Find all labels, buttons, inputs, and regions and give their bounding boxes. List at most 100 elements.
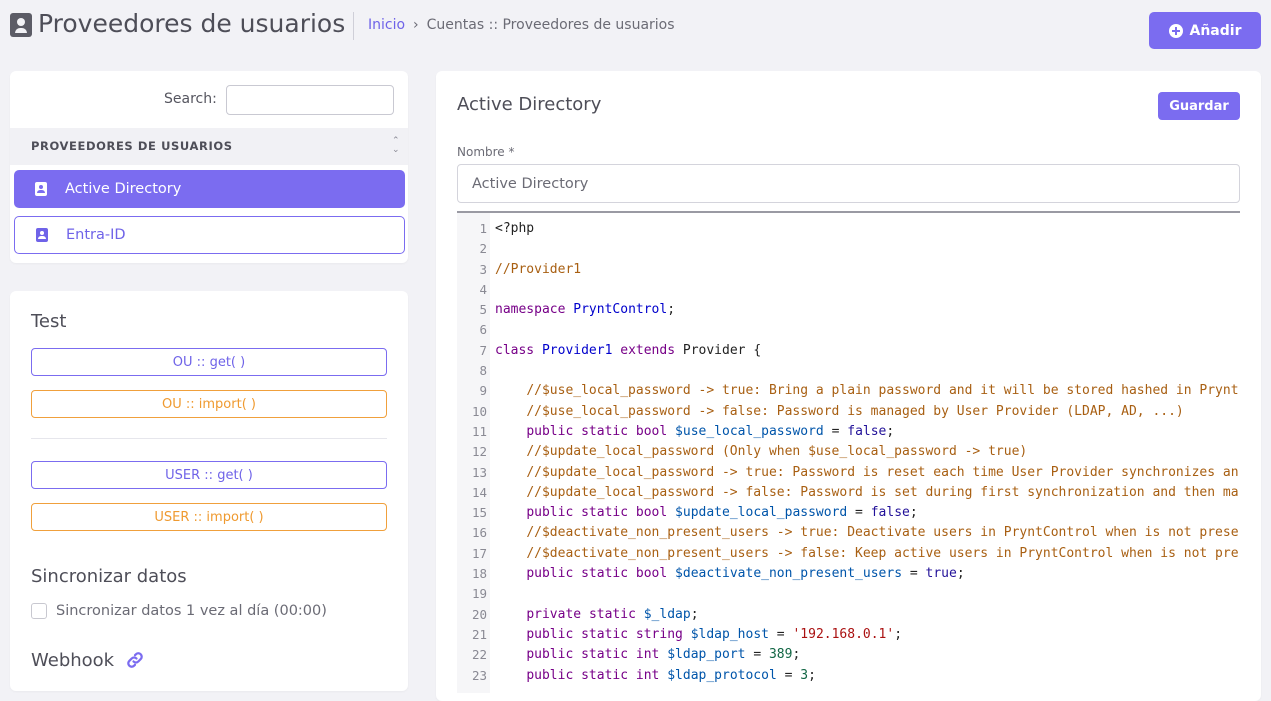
line-number: 23 bbox=[471, 667, 487, 683]
code-text: public static int $ldap_protocol = 3; bbox=[526, 667, 816, 683]
code-line: 5 namespace PryntControl; bbox=[457, 300, 1240, 320]
code-line: 12 //$update_local_password (Only when $… bbox=[457, 442, 1240, 462]
line-number: 17 bbox=[471, 545, 487, 561]
line-number: 22 bbox=[471, 647, 487, 663]
code-line: 6 bbox=[457, 320, 1240, 340]
line-number: 16 bbox=[471, 525, 487, 541]
code-text: public static bool $deactivate_non_prese… bbox=[526, 566, 965, 582]
search-label: Search: bbox=[164, 91, 217, 107]
link-icon[interactable] bbox=[126, 651, 144, 669]
line-number: 18 bbox=[471, 566, 487, 582]
save-button[interactable]: Guardar bbox=[1158, 92, 1240, 120]
code-text: //$deactivate_non_present_users -> false… bbox=[526, 545, 1239, 561]
code-text: //$update_local_password -> false: Passw… bbox=[526, 484, 1239, 500]
code-text: class Provider1 extends Provider { bbox=[495, 342, 762, 358]
line-number: 11 bbox=[471, 423, 487, 439]
sync-daily-checkbox[interactable] bbox=[31, 603, 47, 619]
code-line: 19 bbox=[457, 584, 1240, 604]
line-number: 12 bbox=[471, 444, 487, 460]
code-text: //$update_local_password -> true: Passwo… bbox=[526, 464, 1239, 480]
breadcrumb-home-link[interactable]: Inicio bbox=[368, 17, 405, 33]
code-text: //$update_local_password (Only when $use… bbox=[526, 444, 1028, 460]
line-number: 10 bbox=[471, 403, 487, 419]
code-text: public static int $ldap_port = 389; bbox=[526, 647, 801, 663]
code-text: //$deactivate_non_present_users -> true:… bbox=[526, 525, 1239, 541]
user-import-button[interactable]: USER :: import( ) bbox=[31, 503, 387, 531]
webhook-title: Webhook bbox=[31, 650, 115, 671]
provider-item-label: Active Directory bbox=[65, 181, 182, 197]
line-number: 8 bbox=[479, 363, 487, 379]
address-book-icon bbox=[35, 182, 47, 196]
code-line: 23 public static int $ldap_protocol = 3; bbox=[457, 666, 1240, 686]
code-line: 15 public static bool $update_local_pass… bbox=[457, 503, 1240, 523]
code-text: public static string $ldap_host = '192.1… bbox=[526, 626, 903, 642]
code-line: 4 bbox=[457, 280, 1240, 300]
sync-title: Sincronizar datos bbox=[31, 566, 187, 587]
code-line: 18 public static bool $deactivate_non_pr… bbox=[457, 564, 1240, 584]
name-field-label: Nombre * bbox=[457, 145, 515, 159]
code-line: 9 //$use_local_password -> true: Bring a… bbox=[457, 381, 1240, 401]
code-text: public static bool $update_local_passwor… bbox=[526, 505, 918, 521]
code-line: 10 //$use_local_password -> false: Passw… bbox=[457, 402, 1240, 422]
code-line: 11 public static bool $use_local_passwor… bbox=[457, 422, 1240, 442]
code-line: 17 //$deactivate_non_present_users -> fa… bbox=[457, 544, 1240, 564]
code-text: public static bool $use_local_password =… bbox=[526, 423, 895, 439]
breadcrumb-current: Cuentas :: Proveedores de usuarios bbox=[426, 17, 675, 33]
test-title: Test bbox=[31, 311, 67, 332]
address-book-icon bbox=[10, 13, 32, 37]
code-line: 13 //$update_local_password -> true: Pas… bbox=[457, 463, 1240, 483]
code-text: //$use_local_password -> true: Bring a p… bbox=[526, 383, 1239, 399]
code-line: 7 class Provider1 extends Provider { bbox=[457, 341, 1240, 361]
code-line: 21 public static string $ldap_host = '19… bbox=[457, 625, 1240, 645]
code-text: //$use_local_password -> false: Password… bbox=[526, 403, 1184, 419]
line-number: 9 bbox=[479, 383, 487, 399]
code-text: //Provider1 bbox=[495, 261, 582, 277]
name-input[interactable] bbox=[457, 164, 1240, 203]
provider-item-entra-id[interactable]: Entra-ID bbox=[14, 216, 405, 254]
code-line: 3 //Provider1 bbox=[457, 260, 1240, 280]
line-number: 3 bbox=[479, 261, 487, 277]
line-number: 19 bbox=[471, 586, 487, 602]
sync-daily-label: Sincronizar datos 1 vez al día (00:00) bbox=[56, 603, 327, 619]
code-line: 16 //$deactivate_non_present_users -> tr… bbox=[457, 523, 1240, 543]
line-number: 20 bbox=[471, 606, 487, 622]
code-line: 14 //$update_local_password -> false: Pa… bbox=[457, 483, 1240, 503]
header-divider bbox=[353, 12, 354, 40]
provider-item-active-directory[interactable]: Active Directory bbox=[14, 170, 405, 208]
ou-get-button[interactable]: OU :: get( ) bbox=[31, 348, 387, 376]
line-number: 7 bbox=[479, 342, 487, 358]
line-number: 21 bbox=[471, 626, 487, 642]
line-number: 5 bbox=[479, 302, 487, 318]
provider-item-label: Entra-ID bbox=[66, 227, 126, 243]
search-input[interactable] bbox=[226, 85, 394, 115]
line-number: 4 bbox=[479, 281, 487, 297]
editor-title: Active Directory bbox=[457, 94, 602, 115]
line-number: 14 bbox=[471, 484, 487, 500]
line-number: 15 bbox=[471, 505, 487, 521]
code-text: <?php bbox=[495, 221, 535, 236]
user-get-button[interactable]: USER :: get( ) bbox=[31, 461, 387, 489]
ou-import-button[interactable]: OU :: import( ) bbox=[31, 390, 387, 418]
code-line: 8 bbox=[457, 361, 1240, 381]
plus-circle-icon bbox=[1168, 23, 1183, 38]
address-book-icon bbox=[36, 228, 48, 242]
code-text: namespace PryntControl; bbox=[495, 302, 676, 318]
line-number: 13 bbox=[471, 464, 487, 480]
list-header-label: PROVEEDORES DE USUARIOS bbox=[31, 139, 233, 153]
code-lines: 1 <?php 2 3//Provider1 4 5 namespace PryntCont… bbox=[457, 219, 1240, 686]
divider bbox=[31, 438, 387, 439]
code-line: 20 private static $_ldap; bbox=[457, 605, 1240, 625]
add-button[interactable]: Añadir bbox=[1149, 12, 1261, 49]
code-text: private static $_ldap; bbox=[526, 606, 699, 622]
code-line: 22 public static int $ldap_port = 389; bbox=[457, 645, 1240, 665]
line-number: 1 bbox=[479, 221, 487, 236]
line-number: 2 bbox=[479, 241, 487, 257]
breadcrumb-chevron-icon: › bbox=[413, 17, 419, 33]
add-button-label: Añadir bbox=[1189, 22, 1242, 39]
page-title: Proveedores de usuarios bbox=[38, 9, 346, 38]
code-editor[interactable]: 1 <?php 2 3//Provider1 4 5 namespace PryntCont… bbox=[457, 211, 1240, 693]
line-number: 6 bbox=[479, 322, 487, 338]
breadcrumb: Inicio › Cuentas :: Proveedores de usuario… bbox=[368, 17, 675, 33]
sort-arrows-icon[interactable]: ⌃ ⌄ bbox=[392, 137, 400, 155]
code-line: 1 <?php bbox=[457, 219, 1240, 239]
